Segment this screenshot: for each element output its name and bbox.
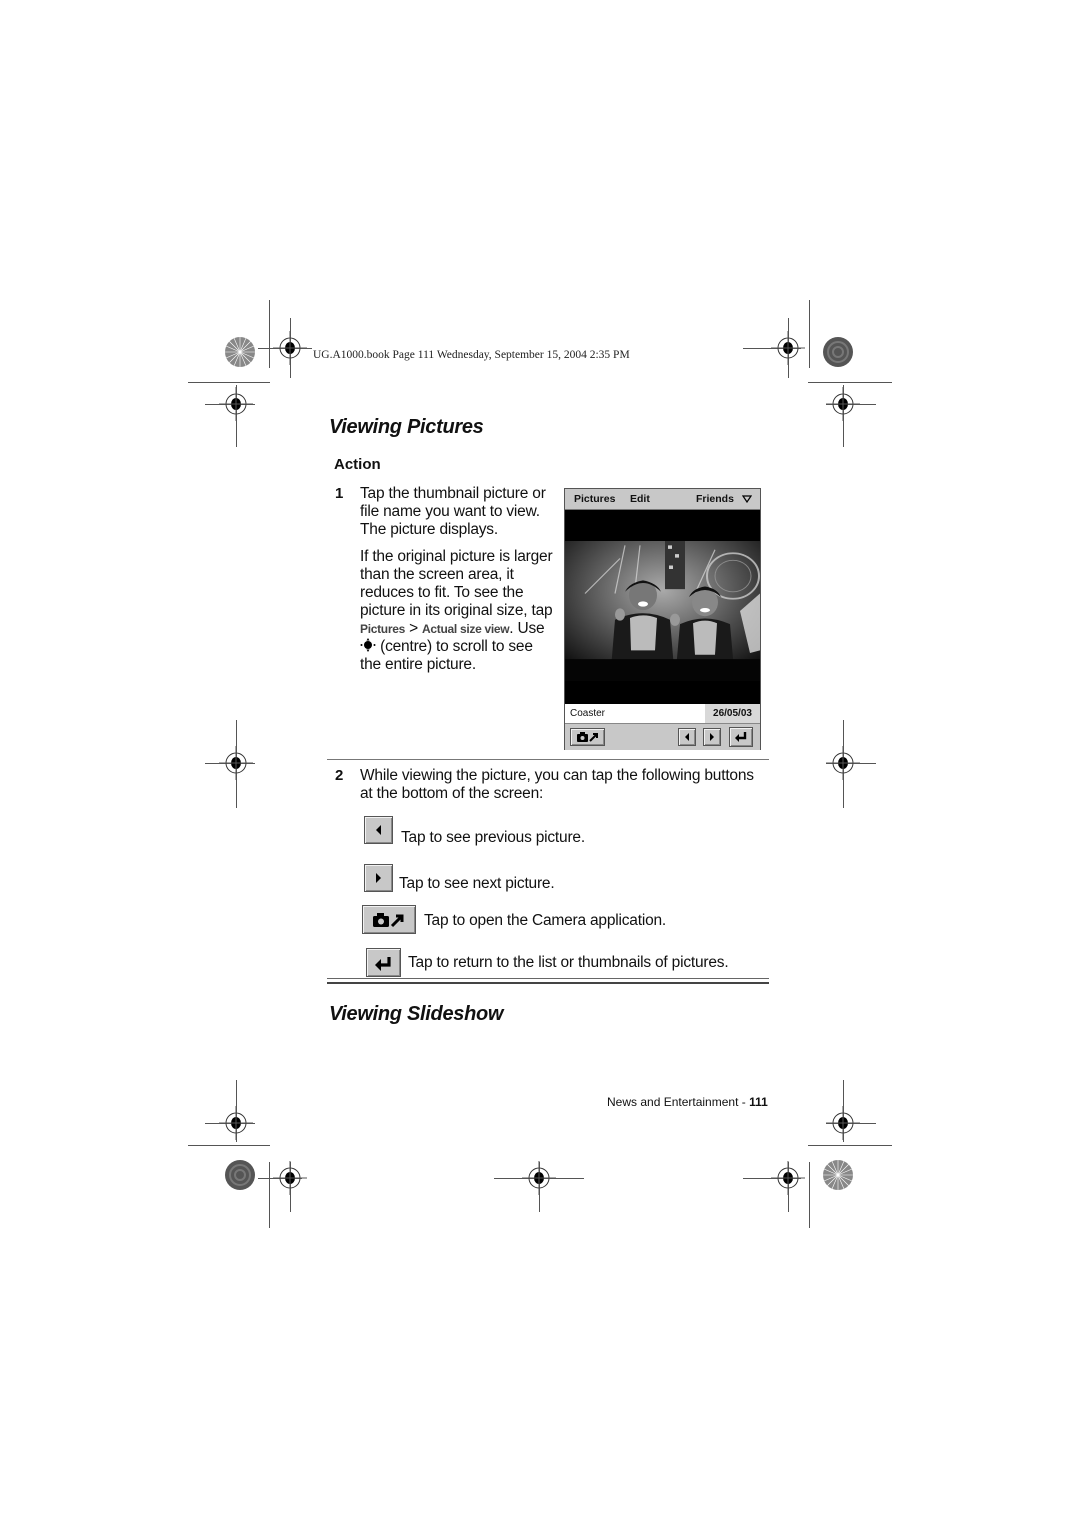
step-number-2: 2 xyxy=(335,767,344,784)
page-number: 111 xyxy=(749,1095,768,1109)
triangle-down-icon xyxy=(742,495,752,503)
menu-pictures: Pictures xyxy=(574,493,616,505)
halftone-target-icon xyxy=(823,337,853,367)
registration-target-icon xyxy=(826,1106,860,1140)
step1-text: Tap the thumbnail picture or file name y… xyxy=(360,485,553,674)
previous-arrow-icon xyxy=(685,733,689,741)
previous-arrow-icon xyxy=(376,825,381,835)
screen-toolbar xyxy=(565,723,760,750)
registration-target-icon xyxy=(219,387,253,421)
table-end-rule xyxy=(327,982,769,984)
halftone-target-icon xyxy=(225,1160,255,1190)
legend-previous-text: Tap to see previous picture. xyxy=(401,829,585,846)
legend-previous-button xyxy=(364,816,393,844)
registration-target-icon xyxy=(771,1161,805,1195)
registration-target-icon xyxy=(219,1106,253,1140)
footer-section-name: News and Entertainment - xyxy=(607,1095,750,1109)
starburst-target-icon xyxy=(225,337,255,367)
crop-line xyxy=(269,1162,270,1228)
coaster-photo xyxy=(565,541,760,681)
text-line: Tap the thumbnail picture or xyxy=(360,485,546,502)
picture-date: 26/05/03 xyxy=(705,704,760,723)
menu-term-pictures: Pictures xyxy=(360,622,405,636)
step-number-1: 1 xyxy=(335,485,344,502)
text-line: While viewing the picture, you can tap t… xyxy=(360,767,754,784)
screen-menubar: Pictures Edit Friends xyxy=(565,489,760,510)
starburst-target-icon xyxy=(823,1160,853,1190)
text-line: If the original picture is larger xyxy=(360,548,553,565)
picture-name: Coaster xyxy=(570,708,606,719)
next-arrow-icon xyxy=(710,733,714,741)
legend-return-text: Tap to return to the list or thumbnails … xyxy=(408,954,729,971)
registration-target-icon xyxy=(219,746,253,780)
legend-camera-button xyxy=(362,905,416,934)
text-line: at the bottom of the screen: xyxy=(360,785,544,802)
return-icon xyxy=(735,732,747,742)
text-fragment: . Use xyxy=(509,620,545,637)
section-title-viewing-slideshow: Viewing Slideshow xyxy=(329,1003,504,1025)
menu-separator: > xyxy=(409,620,418,637)
crop-line xyxy=(269,300,270,368)
registration-target-icon xyxy=(826,387,860,421)
legend-return-button xyxy=(366,948,401,977)
crop-line xyxy=(809,1162,810,1228)
return-icon xyxy=(374,956,391,971)
screen-caption-bar: Coaster 26/05/03 xyxy=(565,704,760,723)
previous-picture-button[interactable] xyxy=(678,728,696,746)
crop-line xyxy=(188,382,270,383)
legend-next-button xyxy=(364,864,393,892)
camera-icon xyxy=(576,732,598,742)
text-line: The picture displays. xyxy=(360,521,498,538)
text-line: picture in its original size, tap xyxy=(360,602,553,619)
next-picture-button[interactable] xyxy=(703,728,721,746)
legend-next-text: Tap to see next picture. xyxy=(399,875,555,892)
phone-screen-screenshot: Pictures Edit Friends Coaster 26/05/03 xyxy=(564,488,761,750)
menu-term-actual-size-view: Actual size view xyxy=(422,622,510,636)
return-button[interactable] xyxy=(729,727,753,747)
registration-target-icon xyxy=(273,331,307,365)
navigation-centre-icon xyxy=(360,638,376,652)
camera-button[interactable] xyxy=(570,728,605,746)
registration-target-icon xyxy=(826,746,860,780)
next-arrow-icon xyxy=(376,873,381,883)
text-line: reduces to fit. To see the xyxy=(360,584,524,601)
page-footer: News and Entertainment - 111 xyxy=(607,1095,768,1109)
registration-target-icon xyxy=(522,1161,556,1195)
nav-line: (centre) to scroll to see xyxy=(360,638,552,656)
camera-icon xyxy=(373,912,404,927)
text-fragment: (centre) to scroll to see xyxy=(380,638,533,655)
crop-line xyxy=(808,382,892,383)
registration-target-icon xyxy=(771,331,805,365)
step-divider xyxy=(327,759,769,760)
action-label: Action xyxy=(334,456,381,473)
table-end-rule xyxy=(327,978,769,979)
crop-line xyxy=(808,1145,892,1146)
step2-text: While viewing the picture, you can tap t… xyxy=(360,767,754,803)
text-line: the entire picture. xyxy=(360,656,476,673)
section-title-viewing-pictures: Viewing Pictures xyxy=(329,416,484,438)
menu-friends: Friends xyxy=(696,493,734,505)
print-header: UG.A1000.book Page 111 Wednesday, Septem… xyxy=(313,349,630,361)
menu-edit: Edit xyxy=(630,493,650,505)
text-line: than the screen area, it xyxy=(360,566,514,583)
crop-line xyxy=(809,300,810,368)
crop-line xyxy=(188,1145,270,1146)
menu-path-line: Pictures > Actual size view. Use xyxy=(360,620,552,638)
text-line: file name you want to view. xyxy=(360,503,540,520)
legend-camera-text: Tap to open the Camera application. xyxy=(424,912,667,929)
registration-target-icon xyxy=(273,1161,307,1195)
